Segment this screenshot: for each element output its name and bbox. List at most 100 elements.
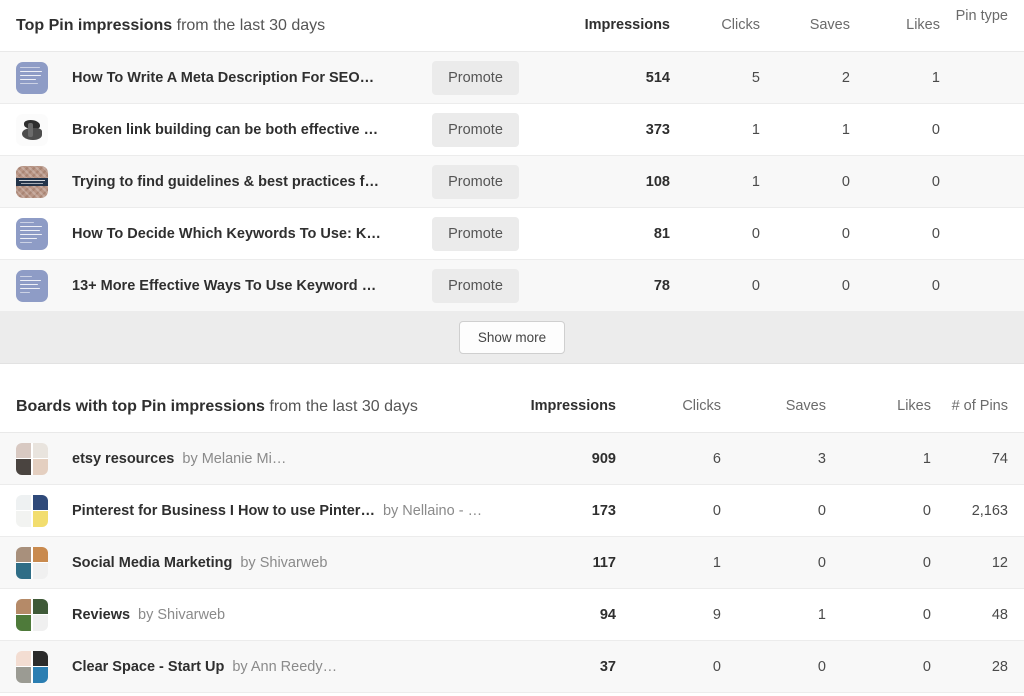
pin-col-header-pin-type[interactable]: Pin type (940, 0, 1024, 25)
board-likes-value: 0 (922, 658, 931, 675)
pin-col-header-impressions[interactable]: Impressions (552, 0, 670, 34)
pin-thumbnail-icon (16, 217, 48, 250)
promote-button[interactable]: Promote (432, 216, 519, 251)
pin-saves-value: 0 (841, 225, 850, 242)
pin-col-header-saves[interactable]: Saves (760, 0, 850, 34)
pin-title-cell[interactable]: How To Decide Which Keywords To Use: K… (64, 226, 432, 242)
collage-tile (32, 615, 48, 631)
board-name: Clear Space - Start Up (72, 658, 225, 675)
pin-impressions-value: 514 (645, 69, 670, 86)
board-impressions-value: 94 (599, 606, 616, 623)
pin-title: Trying to find guidelines & best practic… (72, 173, 379, 190)
collage-tile (16, 563, 32, 579)
board-col-header-clicks[interactable]: Clicks (616, 381, 721, 415)
collage-tile (32, 442, 48, 458)
pin-action-cell: Promote (432, 60, 552, 95)
table-row[interactable]: How To Decide Which Keywords To Use: K… … (0, 208, 1024, 260)
list-item[interactable]: etsy resources by Melanie Mi… 909 6 3 1 … (0, 433, 1024, 485)
board-pins-value: 2,163 (971, 502, 1008, 519)
board-impressions-value: 117 (592, 554, 616, 571)
board-thumbnail-cell (0, 546, 64, 579)
pin-likes-value: 0 (931, 121, 940, 138)
board-section-title-rest: from the last 30 days (264, 398, 418, 415)
pin-clicks-value: 1 (751, 121, 760, 138)
board-likes-value: 0 (922, 554, 931, 571)
pin-clicks-value: 0 (751, 225, 760, 242)
pin-col-header-clicks[interactable]: Clicks (670, 0, 760, 34)
pin-section-title-bold: Top Pin impressions (16, 17, 173, 34)
pin-impressions-value: 78 (653, 277, 670, 294)
list-item[interactable]: Pinterest for Business I How to use Pint… (0, 485, 1024, 537)
collage-tile (32, 494, 48, 510)
pin-saves-value: 1 (841, 121, 850, 138)
pin-action-cell: Promote (432, 268, 552, 303)
pin-title-cell[interactable]: Trying to find guidelines & best practic… (64, 174, 432, 190)
promote-button[interactable]: Promote (432, 112, 519, 147)
collage-tile (32, 563, 48, 579)
board-clicks-value: 0 (712, 658, 721, 675)
pin-title-cell[interactable]: 13+ More Effective Ways To Use Keyword … (64, 278, 432, 294)
board-impressions-value: 37 (599, 658, 616, 675)
pin-likes-value: 0 (931, 173, 940, 190)
board-col-header-likes[interactable]: Likes (826, 381, 931, 415)
pin-action-cell: Promote (432, 216, 552, 251)
table-row[interactable]: 13+ More Effective Ways To Use Keyword …… (0, 260, 1024, 312)
board-title-cell[interactable]: etsy resources by Melanie Mi… (64, 451, 498, 467)
collage-tile (32, 598, 48, 614)
board-col-header-pins[interactable]: # of Pins (931, 381, 1024, 415)
board-likes-value: 1 (922, 450, 931, 467)
board-thumbnail-cell (0, 598, 64, 631)
pin-thumbnail-icon (16, 269, 48, 302)
pin-saves-value: 0 (841, 277, 850, 294)
board-col-header-impressions[interactable]: Impressions (498, 381, 616, 415)
board-title-cell[interactable]: Reviews by Shivarweb (64, 607, 498, 623)
board-clicks-value: 1 (712, 554, 721, 571)
pin-action-cell: Promote (432, 112, 552, 147)
board-title-cell[interactable]: Social Media Marketing by Shivarweb (64, 555, 498, 571)
pin-thumbnail-cell (0, 61, 64, 94)
board-col-header-saves[interactable]: Saves (721, 381, 826, 415)
pin-thumbnail-cell (0, 269, 64, 302)
promote-button[interactable]: Promote (432, 164, 519, 199)
pin-title: Broken link building can be both effecti… (72, 121, 379, 138)
pin-section-title-rest: from the last 30 days (172, 17, 326, 34)
board-name: Reviews (72, 606, 131, 623)
promote-button[interactable]: Promote (432, 268, 519, 303)
list-item[interactable]: Reviews by Shivarweb 94 9 1 0 48 (0, 589, 1024, 641)
pin-title-cell[interactable]: Broken link building can be both effecti… (64, 122, 432, 138)
pin-title: How To Decide Which Keywords To Use: K… (72, 225, 381, 242)
board-saves-value: 1 (817, 606, 826, 623)
table-row[interactable]: How To Write A Meta Description For SEO…… (0, 52, 1024, 104)
table-row[interactable]: Trying to find guidelines & best practic… (0, 156, 1024, 208)
board-pins-value: 74 (991, 450, 1008, 467)
table-row[interactable]: Broken link building can be both effecti… (0, 104, 1024, 156)
board-thumbnail-cell (0, 442, 64, 475)
pin-title-cell[interactable]: How To Write A Meta Description For SEO… (64, 70, 432, 86)
list-item[interactable]: Clear Space - Start Up by Ann Reedy… 37 … (0, 641, 1024, 693)
pin-col-header-likes[interactable]: Likes (850, 0, 940, 34)
section-gap (0, 364, 1024, 381)
show-more-button[interactable]: Show more (458, 321, 566, 354)
pin-clicks-value: 1 (751, 173, 760, 190)
board-pins-value: 12 (991, 554, 1008, 571)
board-saves-value: 0 (817, 502, 826, 519)
board-title-cell[interactable]: Pinterest for Business I How to use Pint… (64, 503, 498, 519)
promote-button[interactable]: Promote (432, 60, 519, 95)
board-title-cell[interactable]: Clear Space - Start Up by Ann Reedy… (64, 659, 498, 675)
collage-tile (16, 546, 32, 562)
board-impressions-value: 173 (591, 502, 616, 519)
pin-impressions-value: 108 (645, 173, 670, 190)
collage-tile (32, 459, 48, 475)
collage-tile (16, 459, 32, 475)
pin-thumbnail-cell (0, 113, 64, 146)
pin-thumbnail-icon (16, 165, 48, 198)
collage-tile (16, 494, 32, 510)
board-likes-value: 0 (922, 502, 931, 519)
pin-title: How To Write A Meta Description For SEO… (72, 69, 375, 86)
board-section-title-bold: Boards with top Pin impressions (16, 398, 265, 415)
collage-tile (32, 546, 48, 562)
board-collage-icon (16, 442, 48, 475)
board-section-title: Boards with top Pin impressions from the… (0, 381, 418, 417)
board-saves-value: 0 (817, 554, 826, 571)
list-item[interactable]: Social Media Marketing by Shivarweb 117 … (0, 537, 1024, 589)
